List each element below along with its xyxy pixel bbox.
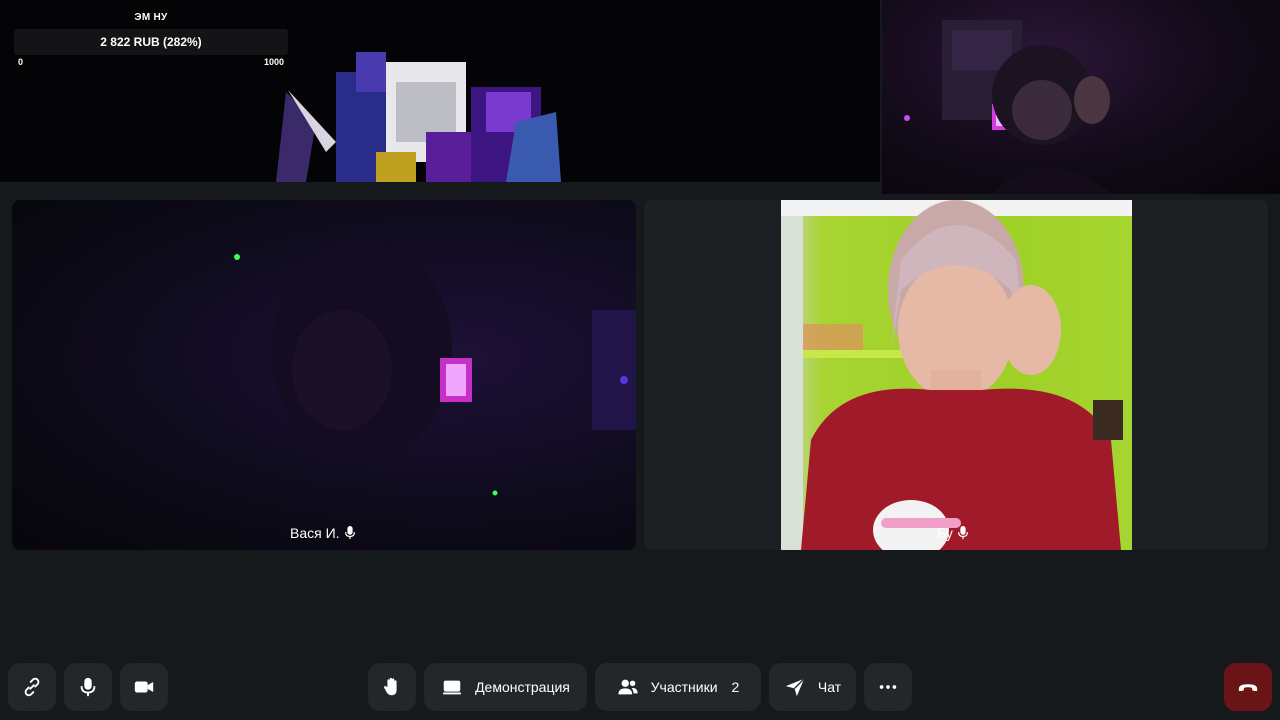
donation-amount: 2 822 RUB (282%) — [100, 35, 202, 49]
copy-link-button[interactable] — [8, 663, 56, 711]
more-icon — [879, 685, 897, 689]
participant-video-top — [882, 0, 1280, 194]
camera-feed-image — [781, 200, 1132, 550]
participant-name: Бу — [937, 525, 953, 541]
microphone-button[interactable] — [64, 663, 112, 711]
participants-label: Участники — [650, 679, 718, 695]
screen-share-label: Демонстрация — [475, 679, 570, 695]
screen-share-icon — [442, 680, 462, 695]
participants-button[interactable]: Участники 2 — [595, 663, 761, 711]
participant-name-tag: Бу — [929, 522, 977, 544]
donation-min: 0 — [18, 57, 24, 67]
hangup-icon — [1238, 684, 1258, 692]
camera-icon — [134, 681, 154, 693]
participants-icon — [618, 679, 638, 695]
more-button[interactable] — [864, 663, 912, 711]
raise-hand-icon — [384, 677, 397, 696]
chat-label: Чат — [817, 679, 842, 695]
screen-share-video: ЭМ НУ 2 822 RUB (282%) 0 1000 — [0, 0, 880, 182]
mic-icon — [957, 526, 968, 540]
donation-range: 0 1000 — [14, 57, 288, 67]
mic-icon — [344, 526, 355, 540]
donation-title: ЭМ НУ — [134, 12, 168, 23]
donation-goal-widget: ЭМ НУ 2 822 RUB (282%) 0 1000 — [14, 12, 288, 67]
camera-feed-image — [904, 20, 1112, 194]
camera-feed — [781, 200, 1132, 550]
participant-name: Вася И. — [290, 525, 340, 541]
participant-tile-bu[interactable]: Бу — [644, 200, 1268, 550]
microphone-icon — [80, 677, 96, 697]
chat-button[interactable]: Чат — [769, 663, 856, 711]
donation-amount-bar: 2 822 RUB (282%) — [14, 29, 288, 55]
participants-count: 2 — [731, 679, 740, 695]
camera-button[interactable] — [120, 663, 168, 711]
participant-tile-vasya[interactable]: Вася И. — [12, 200, 636, 550]
hangup-button[interactable] — [1224, 663, 1272, 711]
screen-share-button[interactable]: Демонстрация — [424, 663, 587, 711]
game-character-sprite — [276, 52, 561, 182]
participant-name-tag: Вася И. — [282, 522, 364, 544]
camera-feed-image — [234, 240, 636, 496]
link-icon — [24, 677, 40, 697]
raise-hand-button[interactable] — [368, 663, 416, 711]
send-icon — [785, 678, 805, 697]
